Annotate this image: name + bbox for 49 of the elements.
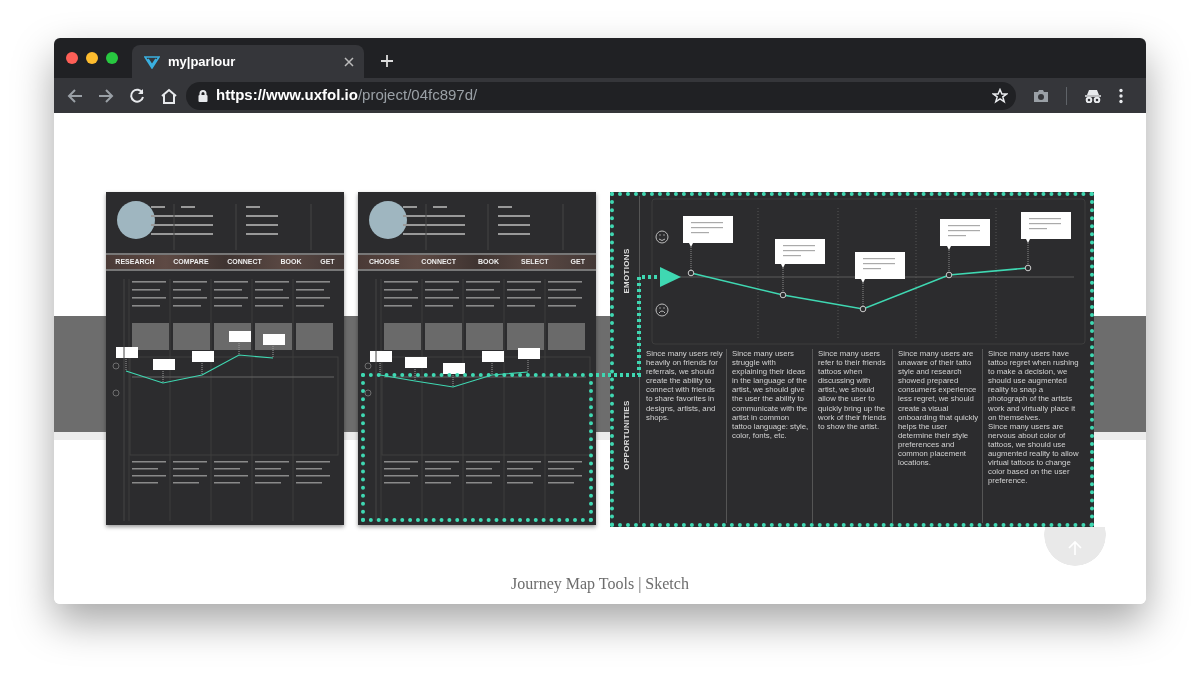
emotion-point <box>1024 264 1032 272</box>
forward-arrow-icon <box>98 87 114 104</box>
home-button[interactable] <box>160 87 178 104</box>
callout-drawing <box>775 239 825 268</box>
callout-drawing <box>683 216 733 247</box>
minimize-window-button[interactable] <box>86 52 98 64</box>
emotion-point <box>945 271 953 279</box>
incognito-icon <box>1084 88 1102 103</box>
menu-dots-icon <box>1119 87 1123 104</box>
bookmark-button[interactable] <box>992 87 1008 104</box>
incognito-button[interactable] <box>1084 88 1102 103</box>
image-caption: Journey Map Tools | Sketch <box>510 574 690 595</box>
reload-button[interactable] <box>129 87 145 104</box>
back-button[interactable] <box>67 87 83 104</box>
row-label: EMOTIONS <box>620 248 632 294</box>
emotion-point <box>859 305 867 313</box>
leader-line <box>862 282 864 307</box>
menu-button[interactable] <box>1119 87 1123 104</box>
forward-button[interactable] <box>98 87 114 104</box>
address-bar[interactable]: https://www.uxfol.io/project/04fc897d/ <box>186 81 1016 110</box>
leader-line <box>782 267 784 293</box>
reload-icon <box>129 87 145 104</box>
site-logo-icon <box>144 54 160 69</box>
callout-drawing <box>940 219 990 250</box>
leader-line <box>1027 242 1029 266</box>
camera-button[interactable] <box>1033 88 1049 103</box>
frown-icon <box>655 303 669 317</box>
close-tab-button[interactable] <box>344 56 354 67</box>
leader-line <box>948 249 950 273</box>
url-text: https://www.uxfol.io/project/04fc897d/ <box>216 85 479 106</box>
emotion-point <box>779 291 787 299</box>
smiley-icon <box>655 230 669 244</box>
camera-icon <box>1033 88 1049 103</box>
callout-drawing <box>1021 212 1071 243</box>
tab-title: my|parlour <box>168 52 237 71</box>
plus-icon <box>380 54 394 68</box>
row-label: OPPORTUNITIES <box>620 399 632 470</box>
leader-line <box>690 246 692 271</box>
star-icon <box>992 87 1008 104</box>
close-window-button[interactable] <box>66 52 78 64</box>
home-icon <box>160 87 178 104</box>
new-tab-button[interactable] <box>380 54 394 68</box>
browser-tab[interactable]: my|parlour <box>132 45 364 78</box>
maximize-window-button[interactable] <box>106 52 118 64</box>
lock-icon <box>198 89 208 102</box>
back-arrow-icon <box>67 87 83 104</box>
close-icon <box>344 56 354 67</box>
callout-drawing <box>855 252 905 283</box>
emotion-point <box>687 269 695 277</box>
